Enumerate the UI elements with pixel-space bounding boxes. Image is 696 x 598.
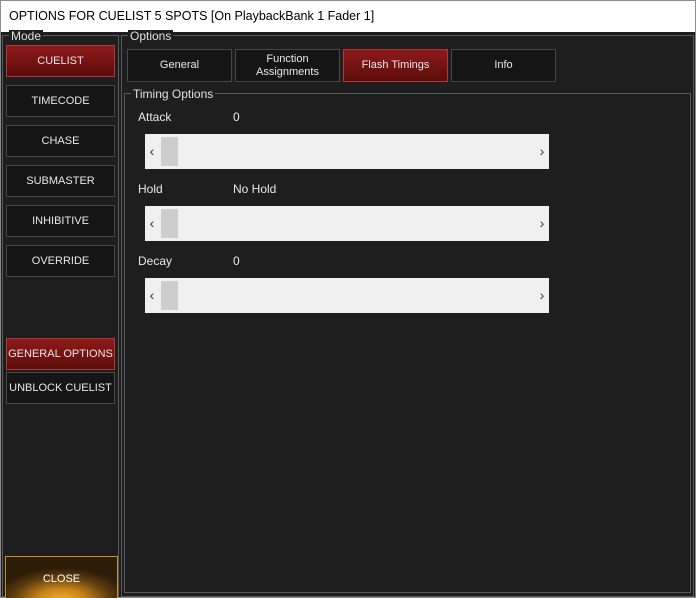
decay-value: 0 (233, 254, 240, 268)
decay-slider-track[interactable] (159, 278, 535, 313)
attack-label: Attack (138, 110, 172, 124)
scroll-right-icon[interactable]: › (535, 134, 549, 169)
decay-slider[interactable]: ‹ › (145, 278, 549, 313)
hold-slider[interactable]: ‹ › (145, 206, 549, 241)
attack-slider[interactable]: ‹ › (145, 134, 549, 169)
scroll-left-icon[interactable]: ‹ (145, 206, 159, 241)
attack-slider-track[interactable] (159, 134, 535, 169)
tab-info[interactable]: Info (451, 49, 556, 82)
mode-cuelist-button[interactable]: CUELIST (6, 45, 115, 77)
dialog-content: Mode CUELIST TIMECODE CHASE SUBMASTER IN… (1, 30, 695, 598)
timing-options-label: Timing Options (131, 87, 216, 101)
scroll-left-icon[interactable]: ‹ (145, 278, 159, 313)
unblock-cuelist-button[interactable]: UNBLOCK CUELIST (6, 372, 115, 404)
scroll-right-icon[interactable]: › (535, 206, 549, 241)
options-panel: Options General Function Assignments Fla… (121, 30, 694, 597)
mode-inhibitive-button[interactable]: INHIBITIVE (6, 205, 115, 237)
tab-flash-timings[interactable]: Flash Timings (343, 49, 448, 82)
window-title: OPTIONS FOR CUELIST 5 SPOTS [On Playback… (1, 1, 695, 32)
tab-general[interactable]: General (127, 49, 232, 82)
scroll-left-icon[interactable]: ‹ (145, 134, 159, 169)
hold-label: Hold (138, 182, 163, 196)
mode-chase-button[interactable]: CHASE (6, 125, 115, 157)
mode-timecode-button[interactable]: TIMECODE (6, 85, 115, 117)
hold-slider-thumb[interactable] (161, 209, 178, 238)
attack-slider-thumb[interactable] (161, 137, 178, 166)
tab-function-assignments[interactable]: Function Assignments (235, 49, 340, 82)
general-options-button[interactable]: GENERAL OPTIONS (6, 338, 115, 370)
hold-value: No Hold (233, 182, 277, 196)
mode-group-label: Mode (9, 29, 44, 43)
decay-slider-thumb[interactable] (161, 281, 178, 310)
mode-override-button[interactable]: OVERRIDE (6, 245, 115, 277)
options-dialog: OPTIONS FOR CUELIST 5 SPOTS [On Playback… (0, 0, 696, 598)
close-button[interactable]: CLOSE (5, 556, 118, 598)
timing-options-group: Timing Options Attack 0 ‹ › Hold No Hold… (124, 88, 691, 593)
options-group-label: Options (128, 29, 174, 43)
mode-submaster-button[interactable]: SUBMASTER (6, 165, 115, 197)
mode-panel: Mode CUELIST TIMECODE CHASE SUBMASTER IN… (2, 30, 119, 598)
attack-value: 0 (233, 110, 240, 124)
scroll-right-icon[interactable]: › (535, 278, 549, 313)
hold-slider-track[interactable] (159, 206, 535, 241)
decay-label: Decay (138, 254, 173, 268)
